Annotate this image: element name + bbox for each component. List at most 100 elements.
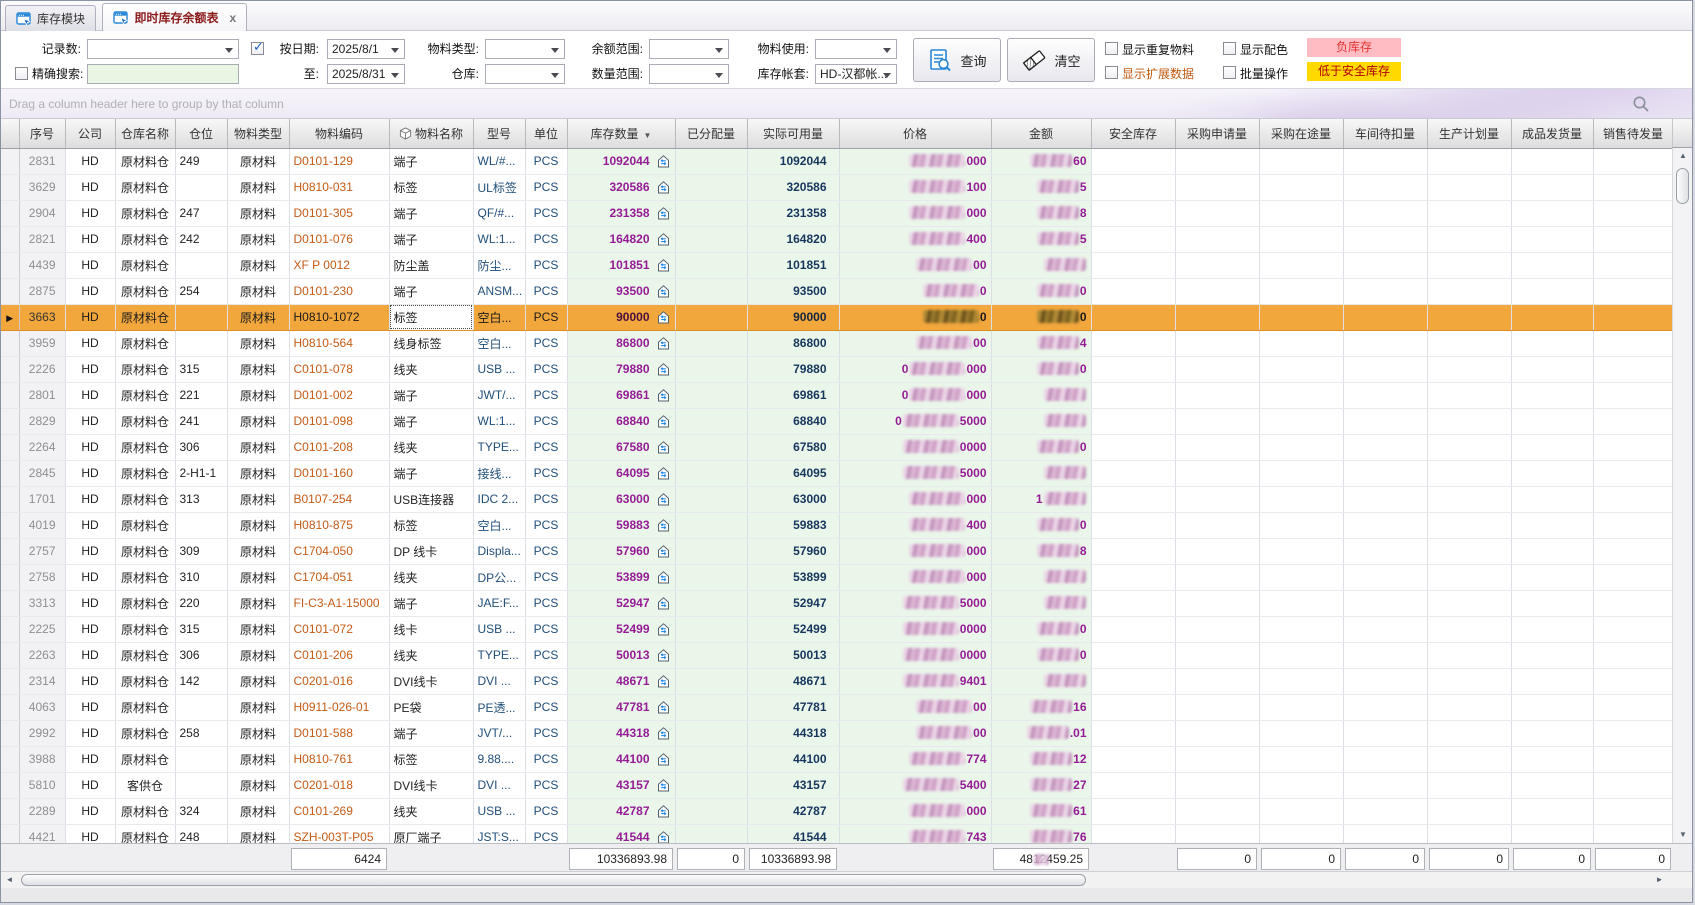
cell-material-name[interactable]: 线夹 — [389, 434, 473, 460]
cell-amount[interactable]: 0 — [991, 304, 1091, 330]
col-header-available[interactable]: 实际可用量 — [747, 119, 839, 148]
stock-detail-icon[interactable] — [656, 258, 671, 273]
cell-serial[interactable]: 4421 — [19, 824, 65, 843]
vertical-scroll-thumb[interactable] — [1676, 168, 1689, 204]
cell-serial[interactable]: 2801 — [19, 382, 65, 408]
cell-serial[interactable]: 4063 — [19, 694, 65, 720]
cell-material-code[interactable]: D0101-002 — [289, 382, 389, 408]
cell-warehouse[interactable]: 原材料仓 — [115, 200, 175, 226]
cell-safety-stock[interactable] — [1091, 512, 1175, 538]
cell-available[interactable]: 63000 — [747, 486, 839, 512]
cell-amount[interactable]: 0 — [991, 356, 1091, 382]
cell-amount[interactable]: 4 — [991, 330, 1091, 356]
cell-prod-plan[interactable] — [1427, 642, 1511, 668]
cell-wip-deduct[interactable] — [1343, 772, 1427, 798]
cell-price[interactable]: 400 — [839, 226, 991, 252]
cell-stock-qty[interactable]: 52499 — [567, 616, 675, 642]
stock-detail-icon[interactable] — [656, 154, 671, 169]
cell-stock-qty[interactable]: 231358 — [567, 200, 675, 226]
cell-price[interactable]: 0 — [839, 278, 991, 304]
cell-po-request[interactable] — [1175, 252, 1259, 278]
cell-allocated[interactable] — [675, 694, 747, 720]
col-header-warehouse[interactable]: 仓库名称 — [115, 119, 175, 148]
cell-material-code[interactable]: D0101-588 — [289, 720, 389, 746]
cell-po-transit[interactable] — [1259, 512, 1343, 538]
cell-model[interactable]: TYPE... — [473, 642, 525, 668]
cell-model[interactable]: PE透... — [473, 694, 525, 720]
cell-po-request[interactable] — [1175, 408, 1259, 434]
cell-prod-plan[interactable] — [1427, 252, 1511, 278]
stock-account-combo[interactable]: HD-汉都帐... — [815, 64, 897, 84]
cell-po-transit[interactable] — [1259, 330, 1343, 356]
cell-wip-deduct[interactable] — [1343, 668, 1427, 694]
cell-material-code[interactable]: H0810-875 — [289, 512, 389, 538]
cell-stock-qty[interactable]: 44100 — [567, 746, 675, 772]
cell-fg-ship[interactable] — [1511, 538, 1593, 564]
scroll-left-icon[interactable]: ◄ — [1, 872, 18, 888]
cell-stock-qty[interactable]: 53899 — [567, 564, 675, 590]
cell-available[interactable]: 64095 — [747, 460, 839, 486]
cell-bin[interactable]: 309 — [175, 538, 227, 564]
cell-available[interactable]: 86800 — [747, 330, 839, 356]
cell-po-transit[interactable] — [1259, 720, 1343, 746]
cell-fg-ship[interactable] — [1511, 278, 1593, 304]
cell-serial[interactable]: 2757 — [19, 538, 65, 564]
col-header-xh[interactable]: 序号 — [19, 119, 65, 148]
cell-fg-ship[interactable] — [1511, 252, 1593, 278]
stock-detail-icon[interactable] — [656, 388, 671, 403]
cell-safety-stock[interactable] — [1091, 148, 1175, 174]
cell-amount[interactable]: 8 — [991, 200, 1091, 226]
cell-wip-deduct[interactable] — [1343, 616, 1427, 642]
cell-price[interactable]: 0000 — [839, 616, 991, 642]
cell-unit[interactable]: PCS — [525, 798, 567, 824]
cell-material-code[interactable]: H0810-761 — [289, 746, 389, 772]
cell-sales-pending[interactable] — [1593, 512, 1673, 538]
cell-unit[interactable]: PCS — [525, 694, 567, 720]
cell-warehouse[interactable]: 原材料仓 — [115, 616, 175, 642]
cell-material-type[interactable]: 原材料 — [227, 356, 289, 382]
cell-sales-pending[interactable] — [1593, 616, 1673, 642]
cell-bin[interactable] — [175, 304, 227, 330]
scroll-up-icon[interactable]: ▲ — [1673, 148, 1693, 164]
cell-serial[interactable]: 2263 — [19, 642, 65, 668]
cell-available[interactable]: 79880 — [747, 356, 839, 382]
query-button[interactable]: 查询 — [913, 38, 1001, 82]
cell-serial[interactable]: 3959 — [19, 330, 65, 356]
cell-safety-stock[interactable] — [1091, 824, 1175, 843]
cell-model[interactable]: JST:S... — [473, 824, 525, 843]
cell-amount[interactable] — [991, 590, 1091, 616]
cell-sales-pending[interactable] — [1593, 590, 1673, 616]
col-header-amount[interactable]: 金额 — [991, 119, 1091, 148]
cell-stock-qty[interactable]: 63000 — [567, 486, 675, 512]
cell-model[interactable]: UL标签 — [473, 174, 525, 200]
cell-prod-plan[interactable] — [1427, 278, 1511, 304]
cell-material-type[interactable]: 原材料 — [227, 330, 289, 356]
cell-model[interactable]: JWT/... — [473, 382, 525, 408]
cell-po-request[interactable] — [1175, 174, 1259, 200]
cell-allocated[interactable] — [675, 200, 747, 226]
cell-unit[interactable]: PCS — [525, 824, 567, 843]
cell-stock-qty[interactable]: 50013 — [567, 642, 675, 668]
cell-bin[interactable]: 221 — [175, 382, 227, 408]
cell-material-code[interactable]: XF P 0012 — [289, 252, 389, 278]
cell-warehouse[interactable]: 原材料仓 — [115, 668, 175, 694]
cell-prod-plan[interactable] — [1427, 668, 1511, 694]
col-header-sales_pending[interactable]: 销售待发量 — [1593, 119, 1673, 148]
cell-wip-deduct[interactable] — [1343, 824, 1427, 843]
cell-safety-stock[interactable] — [1091, 772, 1175, 798]
group-by-panel[interactable]: Drag a column header here to group by th… — [1, 89, 1692, 119]
cell-serial[interactable]: 1701 — [19, 486, 65, 512]
cell-unit[interactable]: PCS — [525, 148, 567, 174]
cell-company[interactable]: HD — [65, 694, 115, 720]
cell-fg-ship[interactable] — [1511, 772, 1593, 798]
cell-company[interactable]: HD — [65, 720, 115, 746]
cell-prod-plan[interactable] — [1427, 148, 1511, 174]
cell-stock-qty[interactable]: 64095 — [567, 460, 675, 486]
cell-wip-deduct[interactable] — [1343, 382, 1427, 408]
cell-po-transit[interactable] — [1259, 226, 1343, 252]
cell-material-name[interactable]: DVI线卡 — [389, 772, 473, 798]
cell-warehouse[interactable]: 原材料仓 — [115, 434, 175, 460]
cell-serial[interactable]: 4439 — [19, 252, 65, 278]
col-header-qty[interactable]: 库存数量▼ — [567, 119, 675, 148]
cell-warehouse[interactable]: 原材料仓 — [115, 590, 175, 616]
